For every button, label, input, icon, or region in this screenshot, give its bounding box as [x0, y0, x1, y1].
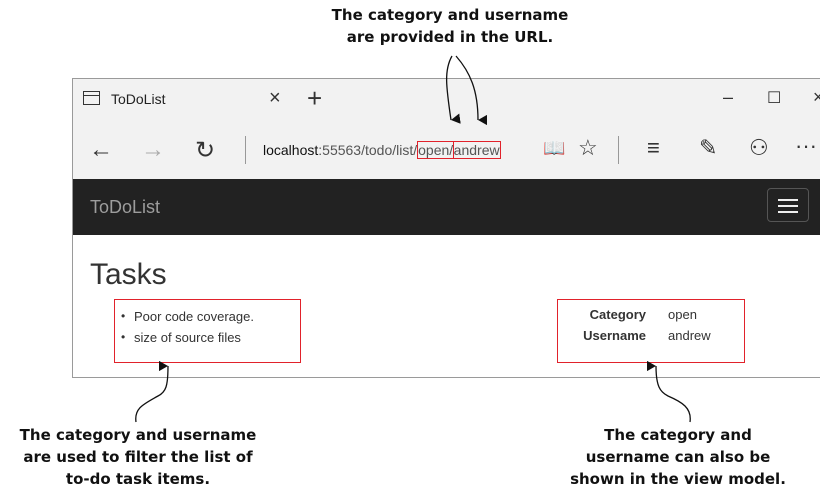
page-title: Tasks — [90, 258, 167, 291]
category-value: open — [668, 307, 697, 322]
url-category-segment: open/ — [417, 141, 455, 159]
callout-line: The category and — [604, 426, 752, 444]
web-note-icon[interactable]: ✎ — [699, 135, 717, 161]
callout-line: The category and username — [19, 426, 257, 444]
browser-window: ToDoList × + – ☐ × ← → ↻ localhost:55563… — [72, 78, 820, 378]
close-window-icon[interactable]: × — [813, 87, 820, 108]
category-row: Category open — [558, 307, 746, 327]
share-icon[interactable]: ⚇ — [749, 135, 769, 161]
hub-icon[interactable]: ≡ — [647, 135, 660, 161]
maximize-icon[interactable]: ☐ — [767, 88, 781, 108]
address-bar: ← → ↻ localhost:55563/todo/list/open/and… — [73, 121, 820, 179]
tab-bar: ToDoList × + – ☐ × — [73, 79, 820, 121]
tab-todolist[interactable]: ToDoList × — [73, 79, 297, 121]
callout-line: to-do task items. — [65, 470, 211, 488]
url-field[interactable]: localhost:55563/todo/list/open/andrew — [263, 141, 501, 159]
reading-view-icon[interactable]: 📖 — [543, 138, 565, 159]
toolbar-separator — [618, 136, 619, 164]
forward-icon[interactable]: → — [141, 136, 165, 164]
task-list: Poor code coverage. size of source files — [114, 299, 301, 363]
url-path: :55563/todo/list/ — [318, 142, 418, 158]
new-tab-icon[interactable]: + — [307, 83, 322, 114]
page-icon — [83, 91, 100, 105]
username-value: andrew — [668, 328, 711, 343]
tab-close-icon[interactable]: × — [269, 87, 281, 110]
username-row: Username andrew — [558, 328, 746, 348]
back-icon[interactable]: ← — [89, 136, 113, 164]
category-label: Category — [589, 307, 646, 322]
callout-line: are used to filter the list of — [23, 448, 253, 466]
address-separator — [245, 136, 246, 164]
site-brand-link[interactable]: ToDoList — [90, 197, 160, 218]
page-content: Tasks Poor code coverage. size of source… — [73, 235, 820, 377]
tab-title: ToDoList — [111, 91, 166, 107]
callout-viewmodel-note: The category and username can also be sh… — [536, 424, 820, 490]
callout-line: shown in the view model. — [570, 470, 786, 488]
url-host: localhost — [263, 142, 319, 158]
callout-line: The category and username — [331, 6, 569, 24]
url-username-segment: andrew — [452, 141, 501, 159]
more-icon[interactable]: ··· — [795, 133, 817, 159]
minimize-icon[interactable]: – — [723, 87, 733, 108]
callout-line: are provided in the URL. — [346, 28, 554, 46]
list-item: Poor code coverage. — [121, 306, 300, 327]
view-model-info: Category open Username andrew — [557, 299, 745, 363]
refresh-icon[interactable]: ↻ — [195, 136, 215, 165]
callout-filter-note: The category and username are used to fi… — [0, 424, 276, 490]
username-label: Username — [583, 328, 646, 343]
list-item: size of source files — [121, 327, 300, 348]
callout-url-note: The category and username are provided i… — [250, 4, 650, 48]
callout-line: username can also be — [585, 448, 771, 466]
favorites-star-icon[interactable]: ☆ — [578, 135, 598, 161]
site-navbar: ToDoList — [73, 179, 820, 235]
menu-toggle-icon[interactable] — [767, 188, 809, 222]
url-category-text: open — [418, 142, 450, 158]
